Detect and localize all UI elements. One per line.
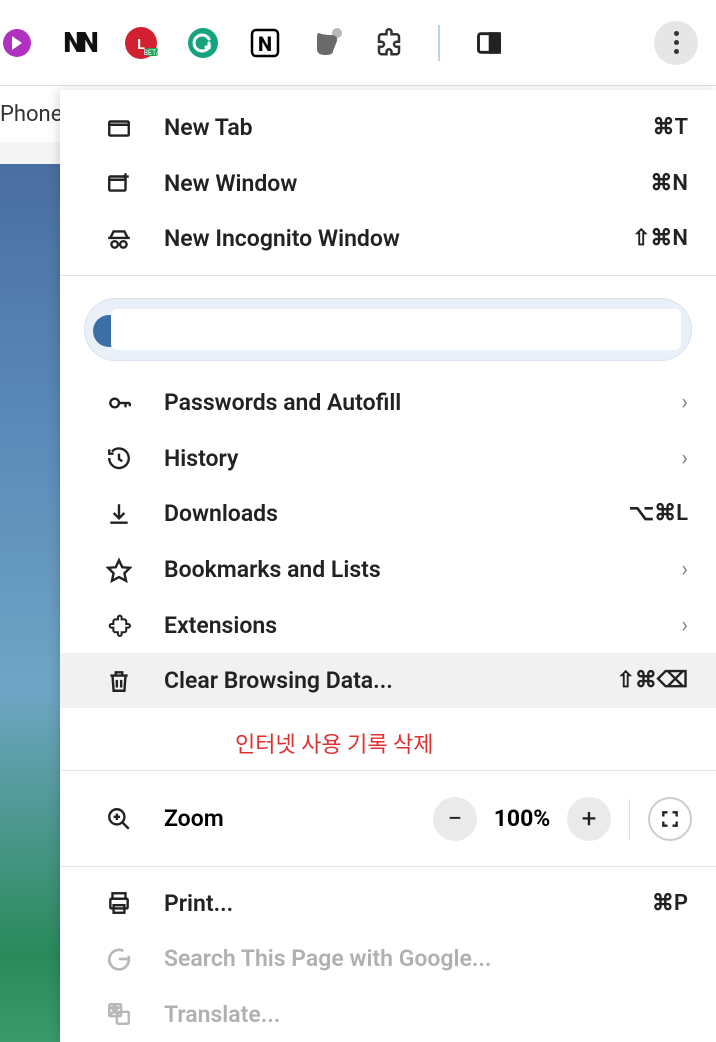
- menu-label: New Window: [164, 170, 650, 197]
- menu-label: Translate...: [164, 1001, 688, 1028]
- puzzle-icon: [104, 612, 134, 638]
- menu-item-passwords[interactable]: Passwords and Autofill ›: [60, 375, 716, 431]
- print-icon: [104, 890, 134, 916]
- extension-icon-notion[interactable]: N: [248, 26, 282, 60]
- menu-label: Downloads: [164, 500, 629, 527]
- svg-text:BETA: BETA: [144, 49, 158, 57]
- menu-item-print[interactable]: Print... ⌘P: [60, 875, 716, 931]
- menu-label: Search This Page with Google...: [164, 945, 688, 972]
- zoom-in-icon: [104, 806, 134, 832]
- chevron-right-icon: ›: [681, 446, 688, 471]
- star-icon: [104, 557, 134, 583]
- toolbar-divider: [438, 25, 440, 61]
- menu-separator: [60, 275, 716, 276]
- menu-shortcut: ⌘N: [650, 171, 688, 196]
- fullscreen-button[interactable]: [648, 797, 692, 841]
- extension-icon-grammarly[interactable]: [186, 26, 220, 60]
- sidepanel-icon[interactable]: [472, 26, 506, 60]
- menu-item-new-window[interactable]: New Window ⌘N: [60, 156, 716, 212]
- chevron-right-icon: ›: [681, 613, 688, 638]
- translate-icon: 文: [104, 1001, 134, 1027]
- menu-item-history[interactable]: History ›: [60, 431, 716, 487]
- annotation-text: 인터넷 사용 기록 삭제: [235, 727, 434, 759]
- menu-label: Passwords and Autofill: [164, 389, 681, 416]
- menu-item-zoom: Zoom − 100% +: [60, 779, 716, 858]
- key-icon: [104, 390, 134, 416]
- menu-separator: [60, 770, 716, 771]
- menu-label: Print...: [164, 890, 652, 917]
- new-tab-icon: [104, 115, 134, 141]
- menu-shortcut: ⇧⌘⌫: [616, 668, 688, 693]
- tab-label[interactable]: Phone: [0, 102, 62, 127]
- download-icon: [104, 501, 134, 527]
- menu-item-search-page: Search This Page with Google...: [60, 931, 716, 987]
- menu-item-incognito[interactable]: New Incognito Window ⇧⌘N: [60, 211, 716, 267]
- menu-item-extensions[interactable]: Extensions ›: [60, 597, 716, 653]
- zoom-label: Zoom: [164, 805, 433, 832]
- chevron-right-icon: ›: [681, 557, 688, 582]
- extension-puzzle-icon[interactable]: [372, 26, 406, 60]
- google-icon: [104, 946, 134, 972]
- menu-item-clear-browsing-data[interactable]: Clear Browsing Data... ⇧⌘⌫: [60, 653, 716, 709]
- browser-toolbar: NN LBETA N: [0, 0, 716, 86]
- zoom-in-button[interactable]: +: [567, 797, 611, 841]
- new-window-icon: [104, 170, 134, 196]
- history-icon: [104, 445, 134, 471]
- chevron-right-icon: ›: [681, 390, 688, 415]
- menu-shortcut: ⇧⌘N: [632, 226, 688, 251]
- trash-icon: [104, 668, 134, 694]
- menu-shortcut: ⌥⌘L: [629, 501, 688, 526]
- menu-label: New Incognito Window: [164, 225, 632, 252]
- extension-icon-lastpass[interactable]: LBETA: [124, 26, 158, 60]
- menu-label: Clear Browsing Data...: [164, 667, 616, 694]
- menu-item-new-tab[interactable]: New Tab ⌘T: [60, 100, 716, 156]
- profile-inner: [111, 309, 681, 351]
- zoom-value: 100%: [477, 805, 567, 832]
- zoom-out-button[interactable]: −: [433, 797, 477, 841]
- extension-icon-generic[interactable]: [0, 26, 34, 60]
- extension-icon-evernote[interactable]: [310, 26, 344, 60]
- profile-row[interactable]: [84, 298, 692, 362]
- incognito-icon: [104, 226, 134, 252]
- kebab-menu-button[interactable]: [654, 21, 698, 65]
- zoom-divider: [629, 799, 630, 839]
- menu-item-bookmarks[interactable]: Bookmarks and Lists ›: [60, 542, 716, 598]
- menu-item-translate: 文 Translate...: [60, 986, 716, 1042]
- menu-label: New Tab: [164, 114, 652, 141]
- browser-main-menu: New Tab ⌘T New Window ⌘N New Incognito W…: [60, 90, 716, 1042]
- extension-icon-newspaper[interactable]: NN: [62, 26, 96, 60]
- svg-text:文: 文: [110, 1004, 119, 1016]
- menu-shortcut: ⌘P: [652, 891, 688, 916]
- menu-label: Bookmarks and Lists: [164, 556, 681, 583]
- menu-shortcut: ⌘T: [652, 115, 688, 140]
- menu-separator: [60, 866, 716, 867]
- page-background-strip: [0, 164, 60, 1042]
- menu-label: Extensions: [164, 612, 681, 639]
- menu-item-downloads[interactable]: Downloads ⌥⌘L: [60, 486, 716, 542]
- menu-label: History: [164, 445, 681, 472]
- svg-text:N: N: [258, 32, 272, 56]
